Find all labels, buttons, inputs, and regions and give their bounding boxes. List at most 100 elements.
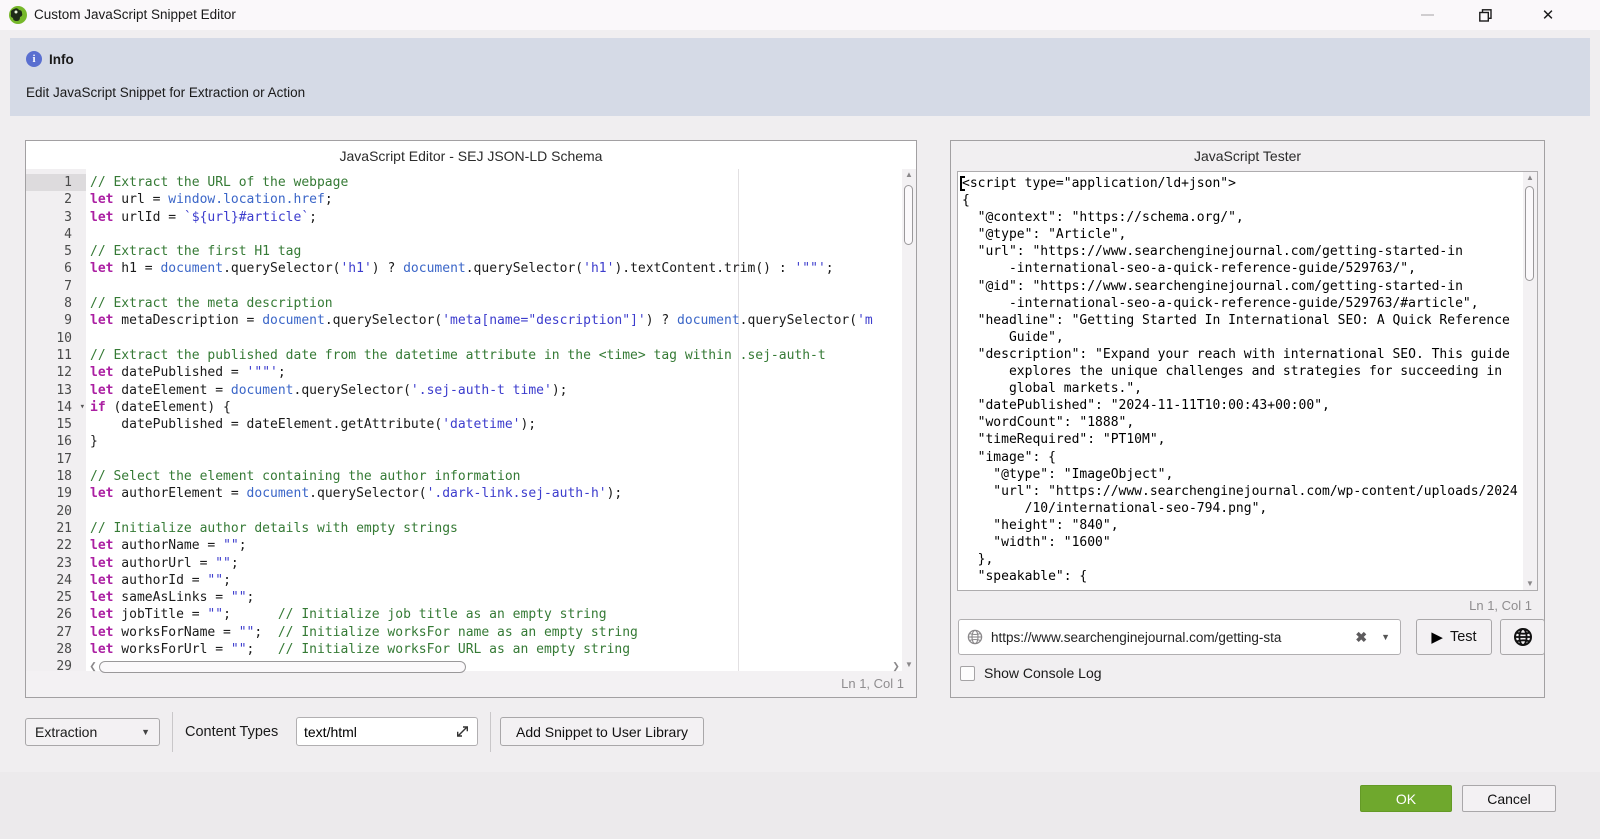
javascript-tester-panel: JavaScript Tester <script type="applicat… bbox=[950, 140, 1545, 698]
test-url-input[interactable] bbox=[991, 630, 1347, 645]
tester-caret-position: Ln 1, Col 1 bbox=[1469, 598, 1532, 613]
editor-horizontal-scrollbar[interactable]: ❮ ❯ bbox=[87, 659, 902, 674]
tester-output-text: <script type="application/ld+json"> { "@… bbox=[962, 175, 1521, 590]
expand-icon[interactable] bbox=[455, 724, 470, 739]
scroll-down-icon[interactable]: ▼ bbox=[1523, 578, 1537, 590]
tester-vertical-scrollbar[interactable]: ▲ ▼ bbox=[1523, 172, 1537, 590]
code-line: let h1 = document.querySelector('h1') ? … bbox=[90, 260, 902, 277]
scroll-up-icon[interactable]: ▲ bbox=[902, 169, 916, 181]
gutter-line-number: 13 bbox=[26, 382, 86, 399]
gutter-line-number: 18 bbox=[26, 468, 86, 485]
code-line bbox=[90, 451, 902, 468]
code-line: // Extract the meta description bbox=[90, 295, 902, 312]
clear-url-icon[interactable]: ✖ bbox=[1355, 629, 1367, 646]
code-line: // Extract the first H1 tag bbox=[90, 243, 902, 260]
test-button[interactable]: ▶ Test bbox=[1416, 619, 1492, 655]
add-snippet-label: Add Snippet to User Library bbox=[516, 724, 688, 740]
gutter-line-number: 21 bbox=[26, 520, 86, 537]
gutter-line-number: 1 bbox=[26, 174, 86, 191]
scroll-left-icon[interactable]: ❮ bbox=[87, 661, 99, 672]
browser-globe-icon bbox=[1513, 627, 1533, 647]
app-icon bbox=[8, 5, 28, 25]
editor-caret-position: Ln 1, Col 1 bbox=[841, 676, 904, 691]
gutter-line-number: 6 bbox=[26, 260, 86, 277]
content-types-label: Content Types bbox=[185, 724, 278, 740]
editor-title: JavaScript Editor - SEJ JSON-LD Schema bbox=[26, 141, 916, 169]
gutter-line-number: 17 bbox=[26, 451, 86, 468]
gutter-line-number: 10 bbox=[26, 330, 86, 347]
tester-vscroll-thumb[interactable] bbox=[1525, 186, 1534, 281]
info-icon: i bbox=[26, 51, 42, 67]
code-line: let urlId = `${url}#article`; bbox=[90, 209, 902, 226]
editor-code-area[interactable]: // Extract the URL of the webpagelet url… bbox=[87, 169, 902, 671]
gutter-line-number: 15 bbox=[26, 416, 86, 433]
gutter-line-number: 24 bbox=[26, 572, 86, 589]
gutter-line-number: 7 bbox=[26, 278, 86, 295]
chevron-down-icon: ▼ bbox=[141, 727, 150, 737]
gutter-line-number: 29 bbox=[26, 658, 86, 671]
minimize-button[interactable] bbox=[1408, 0, 1446, 30]
scroll-up-icon[interactable]: ▲ bbox=[1523, 172, 1537, 184]
ok-button[interactable]: OK bbox=[1360, 785, 1452, 812]
gutter-line-number: 12 bbox=[26, 364, 86, 381]
play-icon: ▶ bbox=[1431, 628, 1443, 646]
code-line: datePublished = dateElement.getAttribute… bbox=[90, 416, 902, 433]
gutter-line-number: 2 bbox=[26, 191, 86, 208]
gutter-line-number: 25 bbox=[26, 589, 86, 606]
code-line: // Extract the published date from the d… bbox=[90, 347, 902, 364]
gutter-line-number: 11 bbox=[26, 347, 86, 364]
code-line: // Select the element containing the aut… bbox=[90, 468, 902, 485]
editor-vertical-scrollbar[interactable]: ▲ ▼ bbox=[902, 169, 916, 671]
gutter-line-number: 26 bbox=[26, 606, 86, 623]
restore-button[interactable] bbox=[1466, 0, 1504, 30]
content-types-input[interactable] bbox=[304, 724, 455, 740]
code-line: let authorElement = document.querySelect… bbox=[90, 485, 902, 502]
code-line: if (dateElement) { bbox=[90, 399, 902, 416]
gutter-line-number: 4 bbox=[26, 226, 86, 243]
close-icon: ✕ bbox=[1542, 6, 1555, 24]
editor-hscroll-thumb[interactable] bbox=[99, 661, 466, 673]
restore-icon bbox=[1479, 9, 1492, 22]
fold-marker-icon[interactable]: ▾ bbox=[80, 399, 85, 416]
minimize-icon bbox=[1421, 14, 1434, 16]
gutter-line-number: 9 bbox=[26, 312, 86, 329]
code-line: let worksForName = ""; // Initialize wor… bbox=[90, 624, 902, 641]
editor-vscroll-thumb[interactable] bbox=[904, 185, 913, 245]
cancel-button[interactable]: Cancel bbox=[1462, 785, 1556, 812]
code-line: let url = window.location.href; bbox=[90, 191, 902, 208]
code-line: // Extract the URL of the webpage bbox=[90, 174, 902, 191]
scroll-right-icon[interactable]: ❯ bbox=[890, 661, 902, 672]
content-types-input-box[interactable] bbox=[296, 717, 478, 746]
divider bbox=[490, 712, 491, 752]
gutter-line-number: 19 bbox=[26, 485, 86, 502]
code-line: let datePublished = '""'; bbox=[90, 364, 902, 381]
gutter-line-number: 8 bbox=[26, 295, 86, 312]
show-console-log-checkbox[interactable] bbox=[960, 666, 975, 681]
snippet-type-select[interactable]: Extraction ▼ bbox=[25, 718, 160, 746]
code-line: let worksForUrl = ""; // Initialize work… bbox=[90, 641, 902, 658]
add-snippet-to-user-library-button[interactable]: Add Snippet to User Library bbox=[500, 717, 704, 746]
code-line bbox=[90, 503, 902, 520]
gutter-line-number: 22 bbox=[26, 537, 86, 554]
code-line: } bbox=[90, 433, 902, 450]
close-button[interactable]: ✕ bbox=[1526, 0, 1570, 30]
snippet-type-value: Extraction bbox=[35, 724, 97, 740]
javascript-editor-panel: JavaScript Editor - SEJ JSON-LD Schema 1… bbox=[25, 140, 917, 698]
code-line: let dateElement = document.querySelector… bbox=[90, 382, 902, 399]
gutter-line-number: 27 bbox=[26, 624, 86, 641]
divider bbox=[172, 712, 173, 752]
gutter-line-number: 28 bbox=[26, 641, 86, 658]
info-title: Info bbox=[49, 52, 74, 67]
url-dropdown-icon[interactable]: ▼ bbox=[1375, 632, 1392, 642]
test-url-input-box[interactable]: ✖ ▼ bbox=[958, 619, 1401, 655]
gutter-line-number: 20 bbox=[26, 503, 86, 520]
open-in-browser-button[interactable] bbox=[1500, 619, 1545, 655]
tester-output-area[interactable]: <script type="application/ld+json"> { "@… bbox=[957, 171, 1538, 591]
editor-status-bar: Ln 1, Col 1 bbox=[26, 671, 916, 697]
test-button-label: Test bbox=[1450, 629, 1477, 645]
gutter-line-number: 5 bbox=[26, 243, 86, 260]
scroll-down-icon[interactable]: ▼ bbox=[902, 659, 916, 671]
tester-title: JavaScript Tester bbox=[951, 141, 1544, 169]
custom-javascript-snippet-editor-window: Custom JavaScript Snippet Editor ✕ i Inf… bbox=[0, 0, 1600, 839]
show-console-log-label: Show Console Log bbox=[984, 665, 1102, 681]
